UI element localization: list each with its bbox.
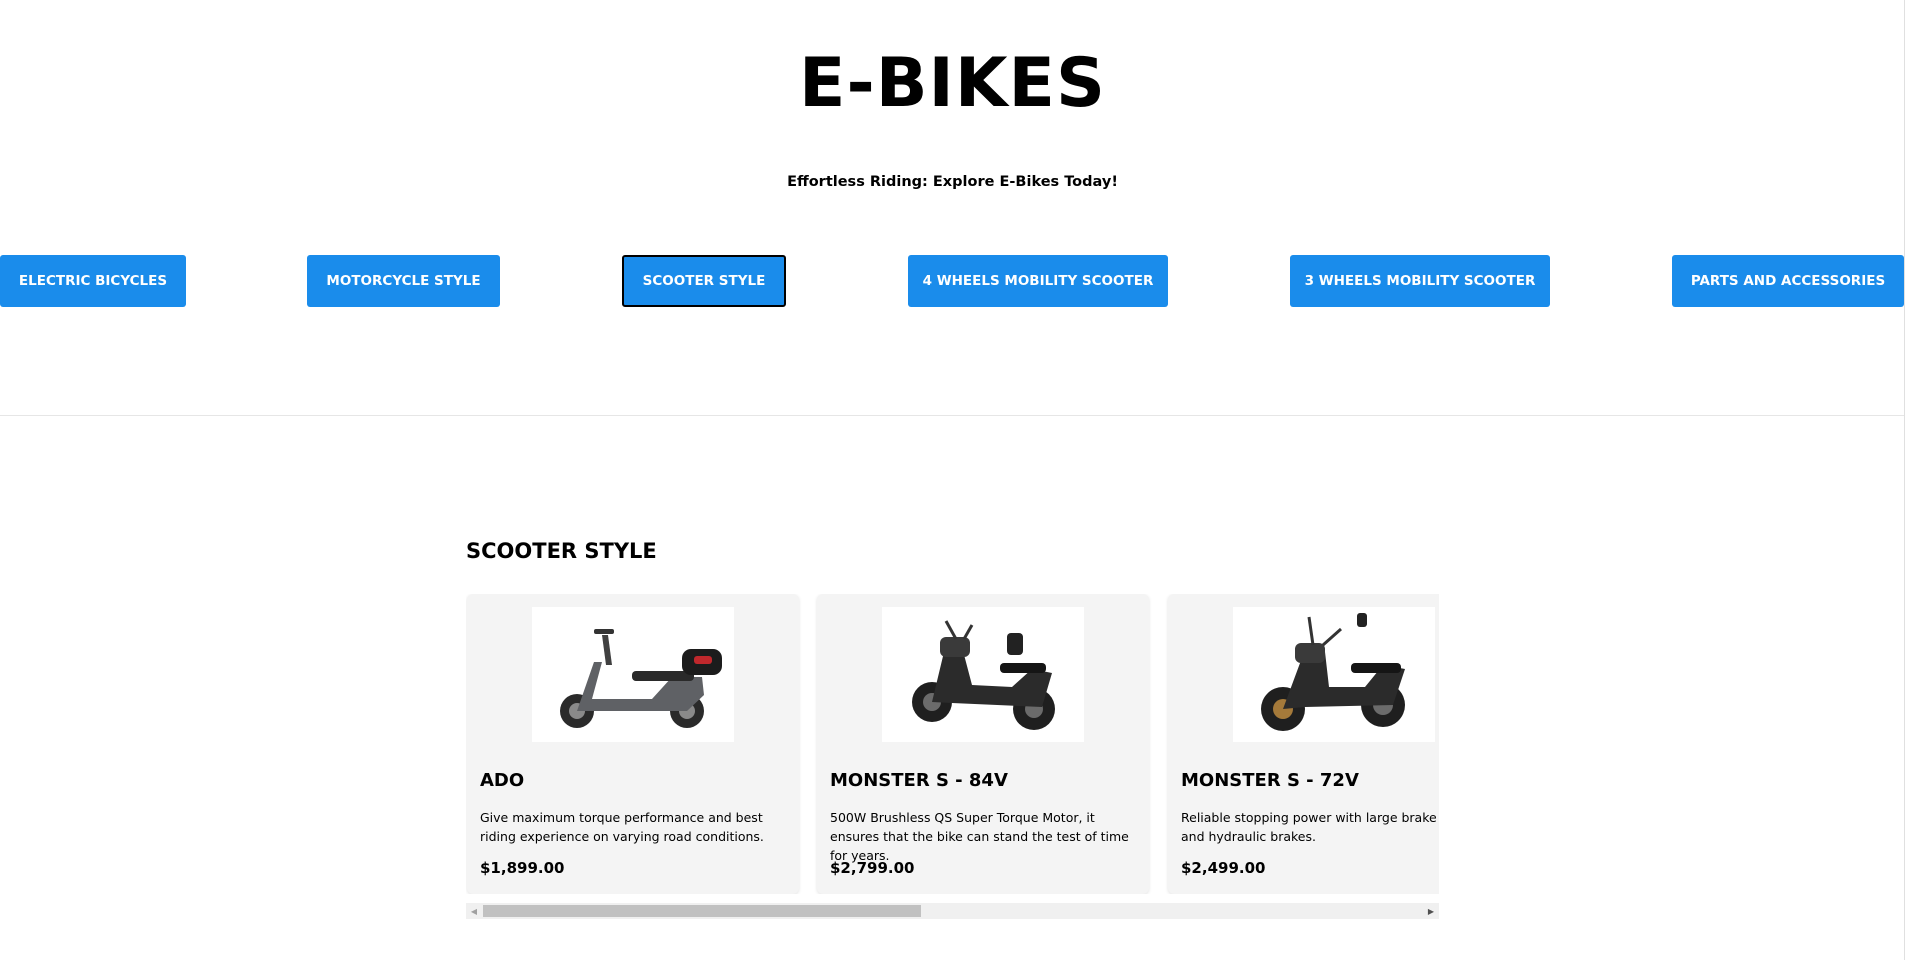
category-electric-bicycles-button[interactable]: ELECTRIC BICYCLES: [0, 255, 186, 307]
scooter-image-monster-s-84v[interactable]: [882, 607, 1084, 742]
arrow-left-icon[interactable]: ◀: [466, 903, 482, 919]
page: E-BIKES Effortless Riding: Explore E-Bik…: [0, 0, 1905, 960]
product-description: 500W Brushless QS Super Torque Motor, it…: [830, 810, 1129, 863]
carousel-scrollbar[interactable]: ◀ ▶: [466, 903, 1439, 919]
scooter-image-monster-s-72v[interactable]: [1233, 607, 1435, 742]
scooter-image-ado-icon: [560, 629, 722, 728]
scooter-image-monster-s-84v-icon: [912, 620, 1055, 730]
category-scooter-style-button[interactable]: SCOOTER STYLE: [622, 255, 786, 307]
product-price: $2,499.00: [1181, 859, 1266, 877]
category-motorcycle-style-button[interactable]: MOTORCYCLE STYLE: [307, 255, 500, 307]
section-title: SCOOTER STYLE: [466, 539, 657, 563]
scrollbar-thumb[interactable]: [483, 905, 921, 917]
scooter-image-ado[interactable]: [532, 607, 734, 742]
product-card-ado[interactable]: ADO Give maximum torque performance and …: [467, 594, 799, 894]
category-3-wheels-mobility-scooter-button[interactable]: 3 WHEELS MOBILITY SCOOTER: [1290, 255, 1550, 307]
product-description: Reliable stopping power with large brake…: [1181, 810, 1439, 844]
category-4-wheels-mobility-scooter-button[interactable]: 4 WHEELS MOBILITY SCOOTER: [908, 255, 1168, 307]
product-name[interactable]: MONSTER S - 72V: [1181, 770, 1359, 791]
product-carousel[interactable]: ADO Give maximum torque performance and …: [466, 594, 1439, 894]
category-parts-and-accessories-button[interactable]: PARTS AND ACCESSORIES: [1672, 255, 1904, 307]
arrow-right-icon[interactable]: ▶: [1423, 903, 1439, 919]
scooter-image-monster-s-72v-icon: [1261, 613, 1405, 731]
product-description: Give maximum torque performance and best…: [480, 810, 764, 844]
product-price: $2,799.00: [830, 859, 915, 877]
product-card-monster-s-72v[interactable]: MONSTER S - 72V Reliable stopping power …: [1168, 594, 1439, 894]
product-card-monster-s-84v[interactable]: MONSTER S - 84V 500W Brushless QS Super …: [817, 594, 1149, 894]
product-name[interactable]: ADO: [480, 770, 524, 791]
product-price: $1,899.00: [480, 859, 565, 877]
product-name[interactable]: MONSTER S - 84V: [830, 770, 1008, 791]
page-subtitle: Effortless Riding: Explore E-Bikes Today…: [787, 174, 1118, 190]
page-title: E-BIKES: [799, 44, 1106, 123]
section-divider: [0, 415, 1905, 416]
